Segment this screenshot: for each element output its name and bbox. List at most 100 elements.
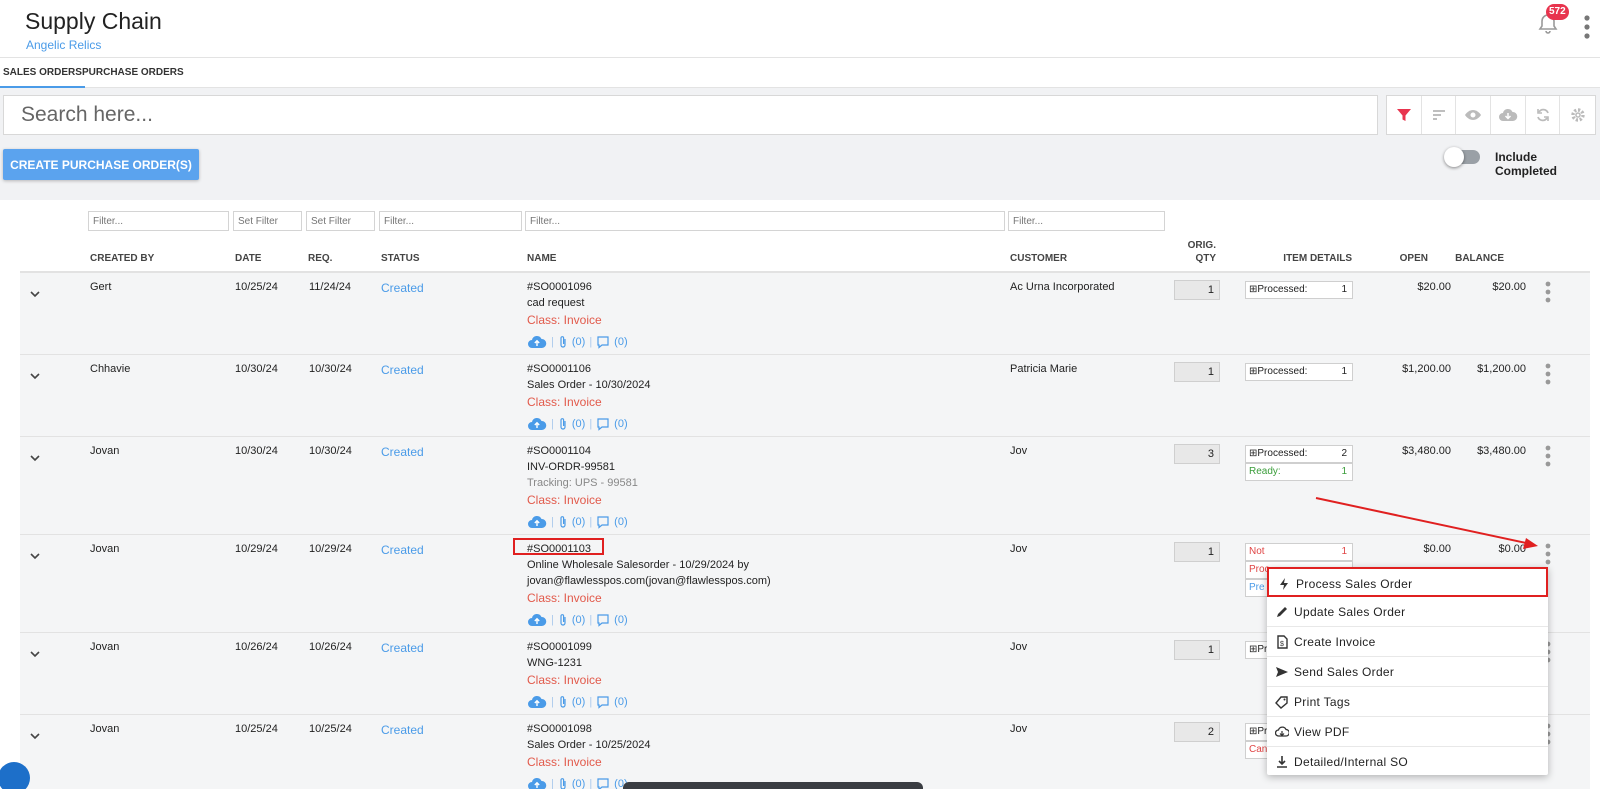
comment-icon[interactable] xyxy=(596,515,610,529)
column-header-balance[interactable]: BALANCE xyxy=(1440,253,1504,264)
item-status-label: Pr xyxy=(1257,726,1268,737)
comment-icon[interactable] xyxy=(596,417,610,431)
column-header-open[interactable]: OPEN xyxy=(1370,253,1428,264)
chevron-down-icon[interactable] xyxy=(28,451,42,465)
cloud-upload-icon[interactable] xyxy=(527,515,547,529)
bottom-bar xyxy=(623,782,923,789)
settings-button[interactable] xyxy=(1560,96,1595,134)
date-filter[interactable] xyxy=(233,211,302,231)
paperclip-icon[interactable] xyxy=(558,515,568,529)
comment-count[interactable]: (0) xyxy=(614,696,627,708)
table-row[interactable]: Jovan 10/30/24 10/30/24 Created #SO0001104 IN… xyxy=(20,437,1590,535)
table-row[interactable]: Gert 10/25/24 11/24/24 Created #SO0001096 cad… xyxy=(20,273,1590,355)
sales-order-number[interactable]: #SO0001104 xyxy=(527,445,591,457)
column-header-status[interactable]: STATUS xyxy=(381,253,420,264)
menu-item-view-pdf[interactable]: View PDF xyxy=(1267,717,1548,747)
chevron-down-icon[interactable] xyxy=(28,549,42,563)
search-input[interactable] xyxy=(4,96,1377,134)
menu-item-print-tags[interactable]: Print Tags xyxy=(1267,687,1548,717)
paperclip-icon[interactable] xyxy=(558,613,568,627)
include-completed-toggle[interactable] xyxy=(1444,147,1480,167)
cloud-upload-icon[interactable] xyxy=(527,613,547,627)
filter-button[interactable] xyxy=(1387,96,1422,134)
item-status-label: Processed: xyxy=(1257,448,1308,459)
cloud-upload-icon[interactable] xyxy=(527,417,547,431)
created-by-filter[interactable] xyxy=(88,211,229,231)
comment-count[interactable]: (0) xyxy=(614,516,627,528)
paperclip-icon[interactable] xyxy=(558,777,568,789)
cloud-upload-icon[interactable] xyxy=(527,777,547,789)
table-row[interactable]: Chhavie 10/30/24 10/30/24 Created #SO0001106… xyxy=(20,355,1590,437)
status-badge: Created xyxy=(381,723,424,737)
chevron-down-icon[interactable] xyxy=(28,729,42,743)
menu-item-detailed-internal-so[interactable]: Detailed/Internal SO xyxy=(1267,747,1548,777)
paperclip-icon[interactable] xyxy=(558,417,568,431)
menu-item-send-sales-order[interactable]: Send Sales Order xyxy=(1267,657,1548,687)
create-purchase-orders-button[interactable]: CREATE PURCHASE ORDER(S) xyxy=(3,149,199,180)
cloud-upload-icon[interactable] xyxy=(527,335,547,349)
name-filter[interactable] xyxy=(525,211,1005,231)
menu-item-update-sales-order[interactable]: Update Sales Order xyxy=(1267,597,1548,627)
row-actions-icon[interactable] xyxy=(1545,363,1551,385)
item-status: Ready: 1 xyxy=(1245,463,1353,481)
sales-order-number[interactable]: #SO0001096 xyxy=(527,281,592,293)
export-button[interactable] xyxy=(1491,96,1526,134)
req-filter[interactable] xyxy=(306,211,375,231)
tab-sales-orders[interactable]: SALES ORDERS xyxy=(0,58,85,88)
balance-amount: $20.00 xyxy=(1492,281,1526,293)
status-filter[interactable] xyxy=(379,211,522,231)
comment-count[interactable]: (0) xyxy=(614,614,627,626)
attachment-count[interactable]: (0) xyxy=(572,614,585,626)
cloud-upload-icon[interactable] xyxy=(527,695,547,709)
attachment-count[interactable]: (0) xyxy=(572,418,585,430)
sales-order-number[interactable]: #SO0001098 xyxy=(527,723,592,735)
column-header-created-by[interactable]: CREATED BY xyxy=(90,253,154,264)
attachment-count[interactable]: (0) xyxy=(572,778,585,789)
column-header-item-details[interactable]: ITEM DETAILS xyxy=(1250,253,1352,264)
chevron-down-icon[interactable] xyxy=(28,287,42,301)
row-actions-icon[interactable] xyxy=(1545,543,1551,565)
menu-item-create-invoice[interactable]: $ Create Invoice xyxy=(1267,627,1548,657)
column-header-name[interactable]: NAME xyxy=(527,253,556,264)
item-status-count: 1 xyxy=(1341,284,1347,295)
attachment-count[interactable]: (0) xyxy=(572,336,585,348)
comment-icon[interactable] xyxy=(596,335,610,349)
item-status-label: Processed: xyxy=(1257,284,1308,295)
attachment-count[interactable]: (0) xyxy=(572,696,585,708)
menu-item-process-sales-order[interactable]: Process Sales Order xyxy=(1267,567,1548,597)
attachment-count[interactable]: (0) xyxy=(572,516,585,528)
item-status-label: Not xyxy=(1249,546,1265,557)
comment-icon[interactable] xyxy=(596,777,610,789)
column-header-qty[interactable]: QTY xyxy=(1180,253,1216,264)
help-button[interactable] xyxy=(0,762,30,789)
sales-order-number[interactable]: #SO0001106 xyxy=(527,363,591,375)
comment-icon[interactable] xyxy=(596,613,610,627)
sort-button[interactable] xyxy=(1422,96,1457,134)
chevron-down-icon[interactable] xyxy=(28,647,42,661)
more-options-icon[interactable] xyxy=(1584,14,1590,40)
row-actions-icon[interactable] xyxy=(1545,281,1551,303)
app-header: Supply Chain Angelic Relics 572 xyxy=(0,0,1600,58)
column-header-orig[interactable]: ORIG. xyxy=(1180,240,1216,251)
open-amount: $0.00 xyxy=(1423,543,1451,555)
view-button[interactable] xyxy=(1456,96,1492,134)
sales-order-number[interactable]: #SO0001099 xyxy=(527,641,592,653)
customer-filter[interactable] xyxy=(1008,211,1165,231)
refresh-button[interactable] xyxy=(1526,96,1561,134)
item-status: ⊞Processed: 1 xyxy=(1245,363,1353,381)
created-by: Jovan xyxy=(90,543,120,555)
item-status-label: Processed: xyxy=(1257,366,1308,377)
send-icon xyxy=(1276,667,1288,677)
column-header-customer[interactable]: CUSTOMER xyxy=(1010,253,1067,264)
comment-count[interactable]: (0) xyxy=(614,336,627,348)
tab-purchase-orders[interactable]: PURCHASE ORDERS xyxy=(79,58,187,88)
column-header-date[interactable]: DATE xyxy=(235,253,261,264)
row-actions-icon[interactable] xyxy=(1545,445,1551,467)
column-header-req[interactable]: REQ. xyxy=(308,253,332,264)
chevron-down-icon[interactable] xyxy=(28,369,42,383)
paperclip-icon[interactable] xyxy=(558,335,568,349)
paperclip-icon[interactable] xyxy=(558,695,568,709)
comment-count[interactable]: (0) xyxy=(614,418,627,430)
comment-icon[interactable] xyxy=(596,695,610,709)
order-class: Class: Invoice xyxy=(527,313,602,327)
